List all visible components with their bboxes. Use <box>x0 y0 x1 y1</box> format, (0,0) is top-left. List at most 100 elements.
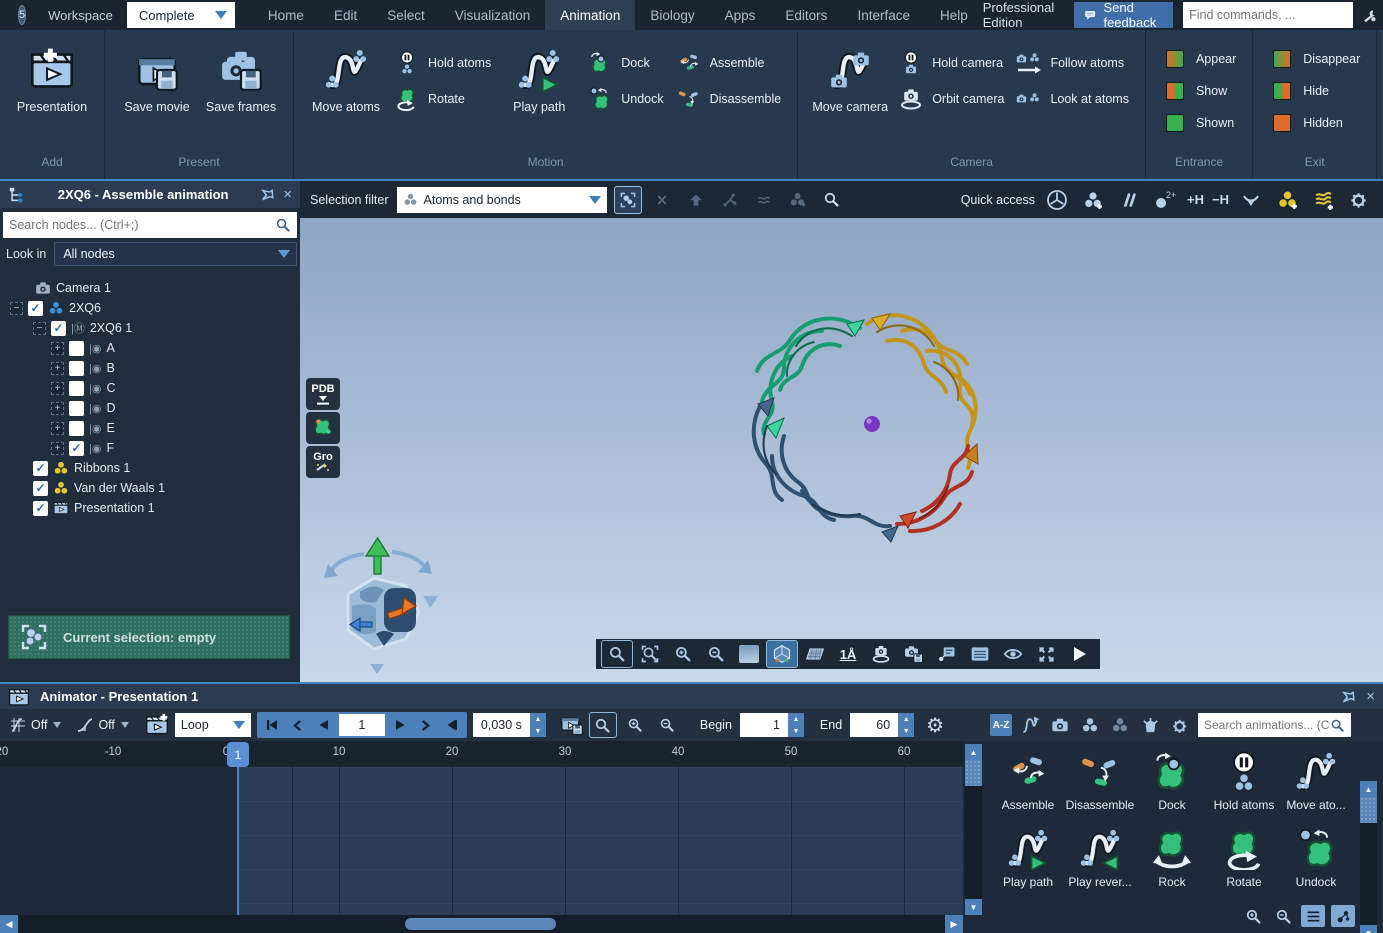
scroll-left-button[interactable]: ◀ <box>0 915 18 933</box>
library-zoom-in[interactable] <box>1241 905 1265 927</box>
tab-apps[interactable]: Apps <box>710 0 771 30</box>
label-button[interactable] <box>932 641 962 667</box>
add-animation-button[interactable] <box>145 713 169 737</box>
timeline-hscrollbar[interactable]: ◀ ▶ <box>0 915 963 933</box>
library-item-dock[interactable]: Dock <box>1136 749 1208 826</box>
periodic-table-icon[interactable] <box>1043 187 1071 213</box>
tree-item-chain-b[interactable]: + |◉ B <box>10 358 300 378</box>
library-item-rotate[interactable]: Rotate <box>1208 826 1280 903</box>
hidden-button[interactable]: Hidden <box>1269 110 1360 136</box>
tree-item-vdw[interactable]: ✓ Van der Waals 1 <box>10 478 300 498</box>
tab-edit[interactable]: Edit <box>319 0 372 30</box>
tree-item-chain-a[interactable]: + |◉ A <box>10 338 300 358</box>
zoom-region-button[interactable] <box>635 641 665 667</box>
snap-grid-select[interactable]: Off <box>8 715 61 735</box>
select-group-button[interactable] <box>785 187 811 213</box>
go-to-start-button[interactable] <box>259 714 285 736</box>
filter-camera-icon[interactable] <box>1048 713 1072 737</box>
end-frame-spinner[interactable]: 60 ▲▼ <box>850 713 914 737</box>
timeline-tracks[interactable] <box>0 767 963 915</box>
tree-checkbox[interactable] <box>69 421 84 436</box>
tab-visualization[interactable]: Visualization <box>440 0 546 30</box>
ground-plane-button[interactable] <box>800 641 830 667</box>
remove-hydrogens-icon[interactable]: −H <box>1212 192 1229 207</box>
library-item-play-reverse[interactable]: Play rever... <box>1064 826 1136 903</box>
tree-checkbox[interactable]: ✓ <box>33 461 48 476</box>
dock-button[interactable]: Dock <box>587 50 663 76</box>
go-to-end-button[interactable] <box>439 714 465 736</box>
scale-1A-button[interactable]: 1Å <box>833 641 863 667</box>
tree-item-chain-e[interactable]: + |◉ E <box>10 418 300 438</box>
hold-camera-button[interactable]: Hold camera <box>898 50 1004 76</box>
orbit-camera-button[interactable]: Orbit camera <box>898 86 1004 112</box>
add-atoms-icon[interactable] <box>1079 187 1107 213</box>
tree-checkbox[interactable]: ✓ <box>69 441 84 456</box>
close-icon[interactable]: × <box>283 186 292 203</box>
tree-checkbox[interactable] <box>69 381 84 396</box>
tree-item-ribbons[interactable]: ✓ Ribbons 1 <box>10 458 300 478</box>
collapse-toggle[interactable]: − <box>33 322 46 335</box>
timeline-zoom-out[interactable] <box>654 713 680 737</box>
flat-view-button[interactable] <box>734 641 764 667</box>
fullscreen-button[interactable] <box>1031 641 1061 667</box>
tree-checkbox[interactable]: ✓ <box>33 501 48 516</box>
tools-icon[interactable] <box>1363 6 1376 25</box>
expand-toggle[interactable]: + <box>51 442 64 455</box>
3d-view[interactable]: PDB Gro <box>300 218 1383 682</box>
close-icon[interactable]: × <box>1366 688 1375 705</box>
collapse-toggle[interactable]: − <box>10 302 23 315</box>
current-frame-field[interactable]: 1 <box>339 714 385 736</box>
animator-settings-gear-icon[interactable]: ⚙ <box>926 713 944 738</box>
list-view-button[interactable] <box>1301 905 1325 927</box>
timeline-zoom-tool[interactable] <box>590 713 616 737</box>
tree-item-presentation[interactable]: ✓ Presentation 1 <box>10 498 300 518</box>
tree-item-camera[interactable]: Camera 1 <box>10 278 300 298</box>
tree-item-2xq6[interactable]: − ✓ 2XQ6 <box>10 298 300 318</box>
scroll-right-button[interactable]: ▶ <box>945 915 963 933</box>
expand-toggle[interactable]: + <box>51 402 64 415</box>
tree-checkbox[interactable] <box>69 341 84 356</box>
selection-filter-select[interactable]: Atoms and bonds <box>397 187 607 213</box>
ion-charge-icon[interactable]: 2+ <box>1151 187 1179 213</box>
library-zoom-out[interactable] <box>1271 905 1295 927</box>
tab-select[interactable]: Select <box>372 0 440 30</box>
filter-groups-icon[interactable] <box>1108 713 1132 737</box>
spin-down-icon[interactable]: ▼ <box>898 725 914 737</box>
spin-up-icon[interactable]: ▲ <box>898 713 914 725</box>
select-similar-button[interactable] <box>751 187 777 213</box>
step-forward-button[interactable] <box>413 714 439 736</box>
timeline[interactable]: -20 -10 0 10 20 30 40 50 60 1 ◀ <box>0 741 982 933</box>
deselect-button[interactable] <box>649 187 675 213</box>
pin-icon[interactable] <box>1341 689 1356 704</box>
library-item-move-atoms[interactable]: Move ato... <box>1280 749 1352 826</box>
scroll-up-button[interactable]: ▲ <box>965 744 982 760</box>
gromacs-button[interactable]: Gro <box>306 446 340 478</box>
tab-editors[interactable]: Editors <box>770 0 842 30</box>
playhead-marker[interactable]: 1 <box>227 742 249 767</box>
search-nodes-input[interactable] <box>9 218 275 232</box>
expand-toggle[interactable]: + <box>51 342 64 355</box>
graph-view-button[interactable] <box>1331 905 1355 927</box>
find-commands-input[interactable] <box>1189 8 1350 22</box>
frame-time-spinner[interactable]: 0,030 s ▲▼ <box>473 713 546 737</box>
add-hydrogens-icon[interactable]: +H <box>1187 192 1204 207</box>
look-in-select[interactable]: All nodes <box>54 242 297 266</box>
tree-checkbox[interactable]: ✓ <box>51 321 66 336</box>
scroll-up-button[interactable]: ▲ <box>1360 781 1377 797</box>
expand-toggle[interactable]: + <box>51 382 64 395</box>
expand-toggle[interactable]: + <box>51 422 64 435</box>
navigation-gizmo[interactable] <box>318 536 438 676</box>
disassemble-button[interactable]: Disassemble <box>676 86 782 112</box>
show-button[interactable]: Show <box>1162 78 1236 104</box>
filter-effects-icon[interactable] <box>1138 713 1162 737</box>
library-item-disassemble[interactable]: Disassemble <box>1064 749 1136 826</box>
orientation-cube-button[interactable] <box>767 641 797 667</box>
pin-icon[interactable] <box>260 187 275 202</box>
undock-button[interactable]: Undock <box>587 86 663 112</box>
rotate-button[interactable]: Rotate <box>394 86 491 112</box>
find-commands-box[interactable] <box>1183 2 1353 28</box>
timeline-zoom-in[interactable] <box>622 713 648 737</box>
play-button[interactable] <box>1064 641 1094 667</box>
scroll-down-button[interactable]: ▼ <box>965 899 982 915</box>
select-all-button[interactable] <box>615 187 641 213</box>
